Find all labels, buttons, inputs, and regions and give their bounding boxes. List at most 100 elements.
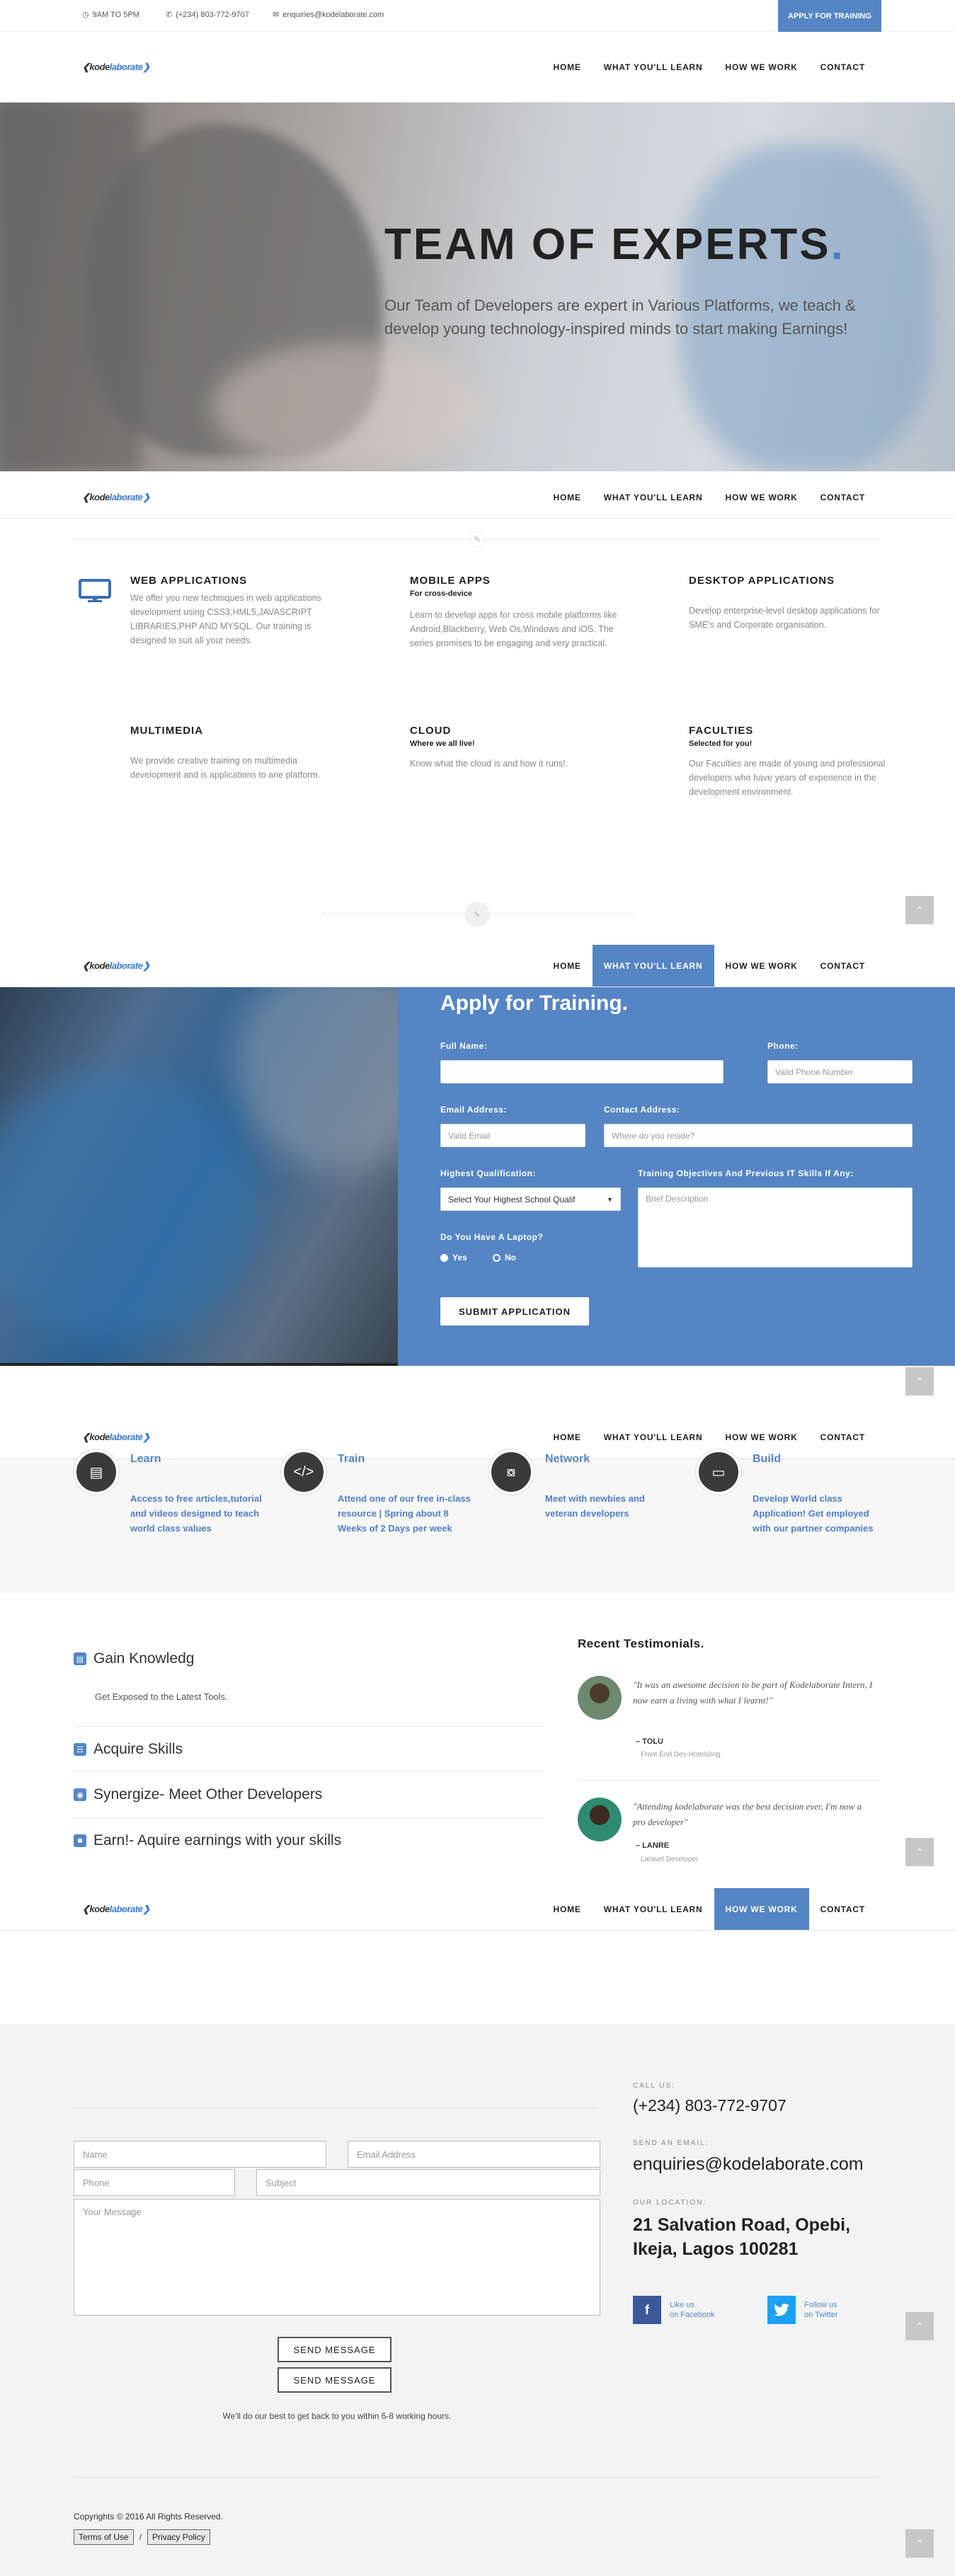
logo-arrow-icon: ❯ xyxy=(142,491,150,502)
nav-contact[interactable]: CONTACT xyxy=(809,1888,876,1930)
nav-what-youll-learn[interactable]: WHAT YOU'LL LEARN xyxy=(593,1888,714,1930)
skill-gain-knowledge[interactable]: ▤ Gain Knowledg xyxy=(74,1650,544,1667)
privacy-policy-link[interactable]: Privacy Policy xyxy=(147,2529,210,2545)
qualification-label: Highest Qualification: xyxy=(440,1168,537,1178)
logo-part1: kode xyxy=(89,960,110,971)
email-info[interactable]: ✉ enquiries@kodelaborate.com xyxy=(273,10,384,20)
contact-address-input[interactable]: Where do you reside? xyxy=(604,1124,913,1147)
feature-text: Access to free articles,tutorial and vid… xyxy=(130,1493,262,1534)
apply-for-training-button[interactable]: APPLY FOR TRAINING xyxy=(778,0,881,32)
nav-contact[interactable]: CONTACT xyxy=(809,476,876,518)
nav-contact[interactable]: CONTACT xyxy=(809,32,876,102)
feature-text: Meet with newbies and veteran developers xyxy=(545,1493,645,1519)
share-icon: ⧇ xyxy=(488,1449,534,1495)
service-text: Our Faculties are made of young and prof… xyxy=(689,759,886,797)
twitter-text: Follow us on Twitter xyxy=(804,2300,838,2320)
objectives-textarea[interactable]: Brief Description xyxy=(638,1188,913,1267)
sticky-navbar: ❮kodelaborate❯ HOME WHAT YOU'LL LEARN HO… xyxy=(0,476,955,519)
skill-label: Earn!- Aquire earnings with your skills xyxy=(93,1832,342,1848)
dropdown-arrow-icon: ▼ xyxy=(607,1195,613,1203)
back-to-top-button[interactable]: ⌃ xyxy=(905,1367,934,1396)
laptop-no-radio[interactable]: No xyxy=(493,1253,516,1263)
logo[interactable]: ❮kodelaborate❯ xyxy=(82,62,150,73)
nav-what-youll-learn[interactable]: WHAT YOU'LL LEARN xyxy=(593,476,714,518)
email-input[interactable]: Valid Email xyxy=(440,1124,585,1147)
nav-how-we-work[interactable]: HOW WE WORK xyxy=(714,1888,809,1930)
book-icon: ▤ xyxy=(74,1449,119,1495)
contact-message-textarea[interactable]: Your Message xyxy=(74,2199,600,2316)
nav-how-we-work[interactable]: HOW WE WORK xyxy=(714,476,809,518)
logo-part1: kode xyxy=(89,1431,110,1442)
send-message-button[interactable]: SEND MESSAGE xyxy=(278,2367,391,2393)
laptop-yes-radio[interactable]: Yes xyxy=(440,1253,467,1263)
send-message-button[interactable]: SEND MESSAGE xyxy=(278,2337,391,2362)
hours-text: 9AM TO 5PM xyxy=(92,10,139,19)
call-value[interactable]: (+234) 803-772-9707 xyxy=(633,2096,787,2115)
nav-home[interactable]: HOME xyxy=(542,945,593,987)
service-web-applications: WEB APPLICATIONS We offer you new techni… xyxy=(130,575,343,648)
nav-home[interactable]: HOME xyxy=(542,1415,593,1459)
skill-acquire-skills[interactable]: ☵ Acquire Skills xyxy=(74,1741,544,1758)
avatar xyxy=(578,1676,622,1720)
testimonial-name: – TOLU xyxy=(636,1737,663,1746)
clock-icon: ◷ xyxy=(82,11,89,19)
footer-divider xyxy=(74,2477,879,2478)
nav-what-youll-learn[interactable]: WHAT YOU'LL LEARN xyxy=(592,945,714,987)
logo-part1: kode xyxy=(89,491,110,502)
testimonial-quote: "Attending kodelaborate was the best dec… xyxy=(633,1801,862,1827)
service-faculties: FACULTIES Selected for you! Our Facultie… xyxy=(689,725,901,799)
skill-label: Acquire Skills xyxy=(93,1741,183,1757)
monitor-icon xyxy=(79,579,111,602)
terms-of-use-link[interactable]: Terms of Use xyxy=(74,2529,134,2545)
submit-application-button[interactable]: SUBMIT APPLICATION xyxy=(440,1297,589,1326)
contact-phone-input[interactable]: Phone xyxy=(74,2169,235,2196)
logo[interactable]: ❮kodelaborate❯ xyxy=(82,1904,150,1915)
nav-contact[interactable]: CONTACT xyxy=(809,1415,876,1459)
contact-email-input[interactable]: Email Address xyxy=(348,2141,600,2168)
skill-earn[interactable]: ☻ Earn!- Aquire earnings with your skills xyxy=(74,1832,544,1849)
back-to-top-button[interactable]: ⌃ xyxy=(905,1838,934,1866)
facebook-link[interactable]: f Like us on Facebook xyxy=(633,2296,715,2324)
phone-input[interactable]: Valid Phone Number xyxy=(767,1060,913,1083)
testimonials-title: Recent Testimonials. xyxy=(578,1637,704,1650)
full-name-input[interactable] xyxy=(440,1060,724,1083)
service-subtitle: Where we all live! xyxy=(410,740,475,748)
nav-home[interactable]: HOME xyxy=(542,32,593,102)
nav-what-youll-learn[interactable]: WHAT YOU'LL LEARN xyxy=(593,32,714,102)
email-label: Email Address: xyxy=(440,1105,507,1115)
service-title: FACULTIES xyxy=(689,725,754,737)
logo-part1: kode xyxy=(89,1903,110,1914)
email-text[interactable]: enquiries@kodelaborate.com xyxy=(282,11,384,19)
back-to-top-button[interactable]: ⌃ xyxy=(905,896,934,924)
logo-arrow-icon: ❮ xyxy=(82,1903,90,1914)
facebook-text: Like us on Facebook xyxy=(670,2300,715,2320)
skill-label: Synergize- Meet Other Developers xyxy=(93,1786,323,1802)
back-to-top-button[interactable]: ⌃ xyxy=(905,2529,934,2558)
monitor-icon: ▭ xyxy=(696,1449,741,1495)
nav-what-youll-learn[interactable]: WHAT YOU'LL LEARN xyxy=(593,1415,714,1459)
hero-title-dot: . xyxy=(830,220,845,269)
contact-subject-input[interactable]: Subject xyxy=(256,2169,600,2196)
qualification-select[interactable]: Select Your Highest School Qualif ▼ xyxy=(440,1188,621,1211)
nav-contact[interactable]: CONTACT xyxy=(809,945,876,987)
hero-title: TEAM OF EXPERTS. xyxy=(384,219,845,270)
contact-note: We'll do our best to get back to you wit… xyxy=(222,2411,452,2421)
service-multimedia: MULTIMEDIA We provide creative training … xyxy=(130,725,343,782)
logo[interactable]: ❮kodelaborate❯ xyxy=(82,960,150,972)
logo-part2: laborate xyxy=(109,61,143,72)
email-value[interactable]: enquiries@kodelaborate.com xyxy=(633,2154,864,2175)
logo-part1: kode xyxy=(89,61,110,72)
back-to-top-button[interactable]: ⌃ xyxy=(905,2312,934,2340)
skill-label: Gain Knowledg xyxy=(93,1650,195,1667)
nav-how-we-work[interactable]: HOW WE WORK xyxy=(714,32,809,102)
logo[interactable]: ❮kodelaborate❯ xyxy=(82,492,150,503)
head-icon: ☻ xyxy=(74,1834,86,1847)
nav-home[interactable]: HOME xyxy=(542,1888,593,1930)
nav-how-we-work[interactable]: HOW WE WORK xyxy=(714,945,809,987)
skill-synergize[interactable]: ◉ Synergize- Meet Other Developers xyxy=(74,1786,544,1803)
service-title: MOBILE APPS xyxy=(410,575,491,587)
logo[interactable]: ❮kodelaborate❯ xyxy=(82,1432,150,1443)
contact-name-input[interactable]: Name xyxy=(74,2141,326,2168)
nav-home[interactable]: HOME xyxy=(542,476,593,518)
twitter-link[interactable]: Follow us on Twitter xyxy=(767,2296,838,2324)
